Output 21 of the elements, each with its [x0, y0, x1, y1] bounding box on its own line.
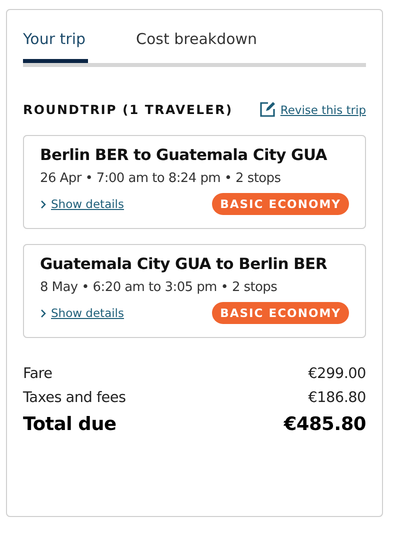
revise-link[interactable]: Revise this trip [259, 101, 366, 118]
cost-label: Taxes and fees [23, 390, 126, 406]
cost-amount: €299.00 [308, 366, 366, 382]
flight-route: Berlin BER to Guatemala City GUA [40, 146, 328, 164]
cost-label: Total due [23, 414, 116, 435]
show-details-link[interactable]: Show details [40, 197, 124, 211]
fare-class-badge: BASIC ECONOMY [212, 302, 349, 324]
show-details-link[interactable]: Show details [40, 306, 124, 320]
edit-icon [259, 101, 276, 118]
chevron-icon [40, 308, 47, 318]
cost-amount: €186.80 [308, 390, 366, 406]
section-heading: ROUNDTRIP (1 TRAVELER) [23, 102, 233, 117]
tab[interactable]: Your trip [23, 28, 88, 63]
flight-info: 26 Apr • 7:00 am to 8:24 pm • 2 stops [40, 171, 282, 186]
flight-info: 8 May • 6:20 am to 3:05 pm • 2 stops [40, 280, 278, 295]
chevron-icon [40, 200, 47, 208]
cost-label: Fare [23, 366, 52, 382]
flight-route: Guatemala City GUA to Berlin BER [40, 255, 328, 273]
fare-class-badge: BASIC ECONOMY [212, 193, 349, 215]
tab[interactable]: Cost breakdown [136, 28, 258, 63]
cost-amount: €485.80 [284, 414, 366, 435]
